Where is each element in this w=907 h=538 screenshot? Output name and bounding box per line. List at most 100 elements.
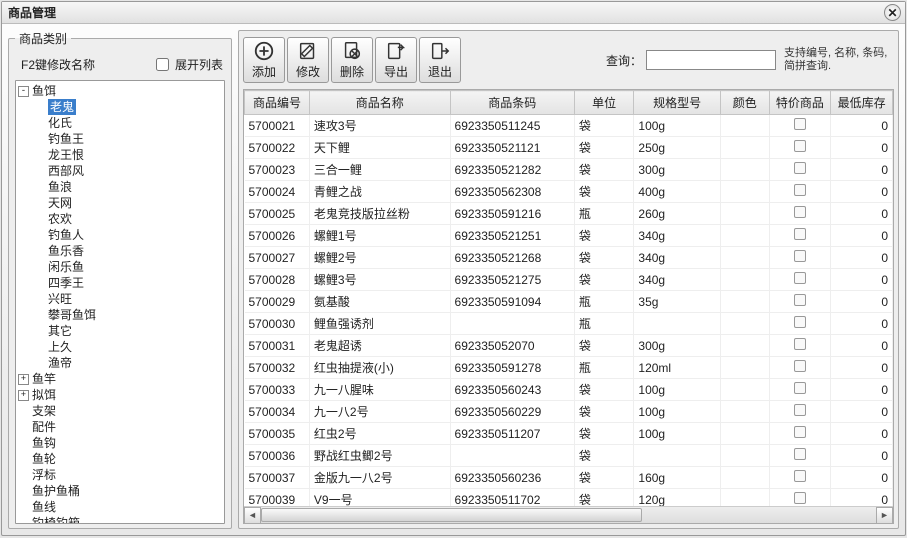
tree-toggle[interactable]: + bbox=[18, 390, 29, 401]
cell-special[interactable] bbox=[769, 137, 831, 159]
close-icon[interactable]: ✕ bbox=[884, 4, 901, 21]
tree-item-鱼护鱼桶[interactable]: 鱼护鱼桶 bbox=[32, 483, 80, 499]
cell-name: 氨基酸 bbox=[309, 291, 450, 313]
tree-item-钓鱼人[interactable]: 钓鱼人 bbox=[48, 227, 84, 243]
table-row[interactable]: 5700039V9一号6923350511702袋120g0 bbox=[245, 489, 893, 507]
tree-item-渔帝[interactable]: 渔帝 bbox=[48, 355, 72, 371]
tree-item-鱼轮[interactable]: 鱼轮 bbox=[32, 451, 56, 467]
tree-item-老鬼[interactable]: 老鬼 bbox=[48, 99, 76, 115]
table-row[interactable]: 5700033九一八腥味6923350560243袋100g0 bbox=[245, 379, 893, 401]
cell-special[interactable] bbox=[769, 159, 831, 181]
column-header[interactable]: 商品编号 bbox=[245, 91, 310, 115]
column-header[interactable]: 最低库存 bbox=[831, 91, 893, 115]
table-row[interactable]: 5700029氨基酸6923350591094瓶35g0 bbox=[245, 291, 893, 313]
cell-spec: 250g bbox=[634, 137, 721, 159]
cell-id: 5700027 bbox=[245, 247, 310, 269]
tree-toggle[interactable]: + bbox=[18, 374, 29, 385]
export-button[interactable]: 导出 bbox=[375, 37, 417, 83]
tree-item-鱼钩[interactable]: 鱼钩 bbox=[32, 435, 56, 451]
tree-item-兴旺[interactable]: 兴旺 bbox=[48, 291, 72, 307]
column-header[interactable]: 规格型号 bbox=[634, 91, 721, 115]
table-row[interactable]: 5700025老鬼竞技版拉丝粉6923350591216瓶260g0 bbox=[245, 203, 893, 225]
tree-item-鱼乐香[interactable]: 鱼乐香 bbox=[48, 243, 84, 259]
cell-special[interactable] bbox=[769, 313, 831, 335]
column-header[interactable]: 单位 bbox=[574, 91, 633, 115]
table-row[interactable]: 5700030鲤鱼强诱剂瓶0 bbox=[245, 313, 893, 335]
tree-item-龙王恨[interactable]: 龙王恨 bbox=[48, 147, 84, 163]
cell-unit: 瓶 bbox=[574, 313, 633, 335]
cell-special[interactable] bbox=[769, 115, 831, 137]
column-header[interactable]: 颜色 bbox=[720, 91, 769, 115]
tree-item-闲乐鱼[interactable]: 闲乐鱼 bbox=[48, 259, 84, 275]
delete-button[interactable]: 删除 bbox=[331, 37, 373, 83]
cell-special[interactable] bbox=[769, 247, 831, 269]
grid-scroll[interactable]: 商品编号商品名称商品条码单位规格型号颜色特价商品最低库存 5700021速攻3号… bbox=[244, 90, 893, 506]
scroll-right-icon[interactable]: ► bbox=[876, 507, 893, 524]
tree-item-鱼饵[interactable]: 鱼饵 bbox=[32, 83, 56, 99]
cell-special[interactable] bbox=[769, 335, 831, 357]
category-tree[interactable]: -鱼饵老鬼化氏钓鱼王龙王恨西部风鱼浪天网农欢钓鱼人鱼乐香闲乐鱼四季王兴旺攀哥鱼饵… bbox=[15, 80, 225, 524]
cell-special[interactable] bbox=[769, 225, 831, 247]
cell-special[interactable] bbox=[769, 489, 831, 507]
column-header[interactable]: 商品名称 bbox=[309, 91, 450, 115]
scroll-track[interactable] bbox=[261, 507, 876, 524]
table-row[interactable]: 5700035红虫2号6923350511207袋100g0 bbox=[245, 423, 893, 445]
scroll-thumb[interactable] bbox=[261, 508, 642, 522]
tree-item-攀哥鱼饵[interactable]: 攀哥鱼饵 bbox=[48, 307, 96, 323]
tree-item-鱼竿[interactable]: 鱼竿 bbox=[32, 371, 56, 387]
horizontal-scrollbar[interactable]: ◄ ► bbox=[244, 506, 893, 523]
tree-item-四季王[interactable]: 四季王 bbox=[48, 275, 84, 291]
cell-special[interactable] bbox=[769, 401, 831, 423]
tree-item-鱼浪[interactable]: 鱼浪 bbox=[48, 179, 72, 195]
tree-item-西部风[interactable]: 西部风 bbox=[48, 163, 84, 179]
tree-item-浮标[interactable]: 浮标 bbox=[32, 467, 56, 483]
table-row[interactable]: 5700026螺鲤1号6923350521251袋340g0 bbox=[245, 225, 893, 247]
cell-special[interactable] bbox=[769, 379, 831, 401]
table-row[interactable]: 5700023三合一鲤6923350521282袋300g0 bbox=[245, 159, 893, 181]
cell-special[interactable] bbox=[769, 203, 831, 225]
table-row[interactable]: 5700024青鲤之战6923350562308袋400g0 bbox=[245, 181, 893, 203]
table-row[interactable]: 5700031老鬼超诱692335052070袋300g0 bbox=[245, 335, 893, 357]
cell-special[interactable] bbox=[769, 269, 831, 291]
table-row[interactable]: 5700036野战红虫鲫2号袋0 bbox=[245, 445, 893, 467]
tree-item-农欢[interactable]: 农欢 bbox=[48, 211, 72, 227]
tree-item-支架[interactable]: 支架 bbox=[32, 403, 56, 419]
tree-item-化氏[interactable]: 化氏 bbox=[48, 115, 72, 131]
expand-list-checkbox[interactable]: 展开列表 bbox=[152, 55, 223, 74]
cell-special[interactable] bbox=[769, 445, 831, 467]
cell-unit: 瓶 bbox=[574, 203, 633, 225]
exit-button[interactable]: 退出 bbox=[419, 37, 461, 83]
column-header[interactable]: 特价商品 bbox=[769, 91, 831, 115]
titlebar: 商品管理 ✕ bbox=[2, 2, 905, 24]
cell-special[interactable] bbox=[769, 357, 831, 379]
tree-item-鱼线[interactable]: 鱼线 bbox=[32, 499, 56, 515]
edit-icon bbox=[297, 40, 319, 62]
cell-name: 红虫2号 bbox=[309, 423, 450, 445]
add-button[interactable]: 添加 bbox=[243, 37, 285, 83]
tree-item-钓鱼王[interactable]: 钓鱼王 bbox=[48, 131, 84, 147]
table-row[interactable]: 5700021速攻3号6923350511245袋100g0 bbox=[245, 115, 893, 137]
cell-special[interactable] bbox=[769, 181, 831, 203]
table-row[interactable]: 5700027螺鲤2号6923350521268袋340g0 bbox=[245, 247, 893, 269]
cell-special[interactable] bbox=[769, 467, 831, 489]
tree-item-天网[interactable]: 天网 bbox=[48, 195, 72, 211]
cell-special[interactable] bbox=[769, 291, 831, 313]
column-header[interactable]: 商品条码 bbox=[450, 91, 574, 115]
edit-button[interactable]: 修改 bbox=[287, 37, 329, 83]
tree-item-配件[interactable]: 配件 bbox=[32, 419, 56, 435]
tree-toggle[interactable]: - bbox=[18, 86, 29, 97]
tree-item-钓椅钓箱[interactable]: 钓椅钓箱 bbox=[32, 515, 80, 524]
expand-list-input[interactable] bbox=[156, 58, 169, 71]
table-row[interactable]: 5700037金版九一八2号6923350560236袋160g0 bbox=[245, 467, 893, 489]
tree-item-其它[interactable]: 其它 bbox=[48, 323, 72, 339]
expand-list-label: 展开列表 bbox=[175, 56, 223, 73]
cell-special[interactable] bbox=[769, 423, 831, 445]
table-row[interactable]: 5700028螺鲤3号6923350521275袋340g0 bbox=[245, 269, 893, 291]
table-row[interactable]: 5700032红虫抽提液(小)6923350591278瓶120ml0 bbox=[245, 357, 893, 379]
table-row[interactable]: 5700034九一八2号6923350560229袋100g0 bbox=[245, 401, 893, 423]
scroll-left-icon[interactable]: ◄ bbox=[244, 507, 261, 524]
tree-item-上久[interactable]: 上久 bbox=[48, 339, 72, 355]
search-input[interactable] bbox=[646, 50, 776, 70]
tree-item-拟饵[interactable]: 拟饵 bbox=[32, 387, 56, 403]
table-row[interactable]: 5700022天下鲤6923350521121袋250g0 bbox=[245, 137, 893, 159]
